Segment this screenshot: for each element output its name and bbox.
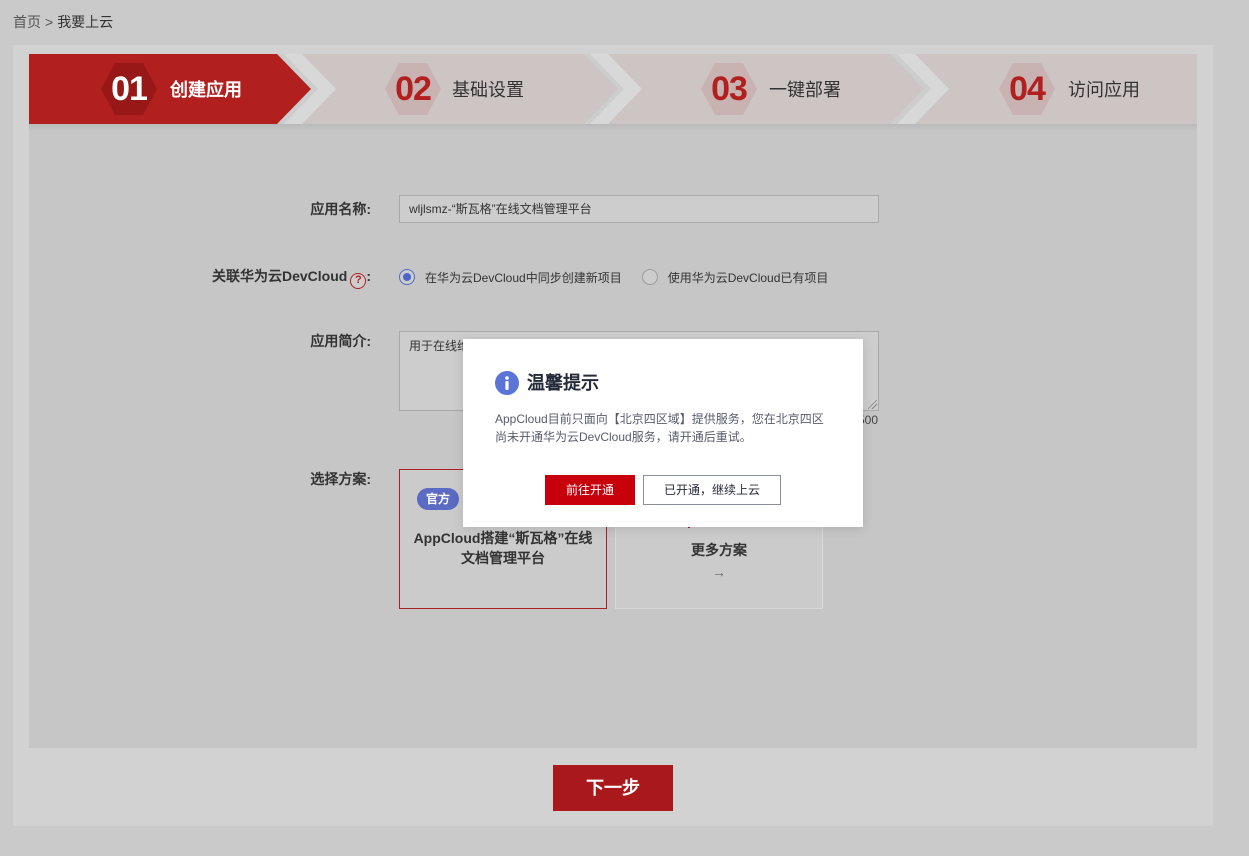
dialog-message-line2: 尚未开通华为云DevCloud服务，请开通后重试。 [495, 430, 752, 444]
breadcrumb-home-link[interactable]: 首页 [13, 14, 41, 30]
tip-dialog: 温馨提示 AppCloud目前只面向【北京四区域】提供服务，您在北京四区 尚未开… [463, 339, 863, 527]
step-3-one-click-deploy: 03 一键部署 [590, 54, 930, 124]
app-intro-label: 应用简介: [310, 333, 371, 349]
breadcrumb: 首页 > 我要上云 [13, 12, 113, 32]
info-icon [495, 371, 519, 395]
go-activate-button[interactable]: 前往开通 [545, 475, 635, 505]
step-bar-shadow [29, 124, 1197, 131]
radio-create-new-label: 在华为云DevCloud中同步创建新项目 [425, 270, 622, 285]
step-1-number: 01 [111, 69, 148, 108]
plan-label: 选择方案: [310, 471, 371, 487]
dialog-message-line1: AppCloud目前只面向【北京四区域】提供服务，您在北京四区 [495, 412, 824, 426]
step-2-label: 基础设置 [452, 80, 524, 100]
step-2-badge: 02 [384, 61, 442, 117]
app-name-input[interactable]: wljlsmz-“斯瓦格”在线文档管理平台 [399, 195, 879, 223]
resize-handle-icon[interactable] [868, 400, 877, 409]
radio-use-existing-project[interactable]: 使用华为云DevCloud已有项目 [641, 269, 829, 286]
step-1-create-app: 01 创建应用 [29, 54, 313, 124]
next-step-button[interactable]: 下一步 [553, 765, 673, 811]
dialog-message: AppCloud目前只面向【北京四区域】提供服务，您在北京四区 尚未开通华为云D… [495, 410, 835, 446]
radio-dot-checked[interactable] [399, 269, 415, 285]
plan-card-title: AppCloud搭建“斯瓦格”在线 文档管理平台 [400, 528, 606, 568]
app-name-label: 应用名称: [310, 201, 371, 217]
radio-use-existing-label: 使用华为云DevCloud已有项目 [667, 270, 829, 285]
more-plans-title: 更多方案 [691, 542, 747, 558]
step-progress-bar: 01 创建应用 02 基础设置 03 一键部署 04 访问应用 [29, 54, 1197, 124]
official-badge: 官方 [417, 488, 459, 510]
step-3-badge: 03 [700, 61, 758, 117]
step-2-basic-settings: 02 基础设置 [284, 54, 624, 124]
step-4-access-app: 04 访问应用 [897, 54, 1197, 124]
step-4-badge: 04 [998, 61, 1056, 117]
step-1-label: 创建应用 [170, 80, 242, 100]
devcloud-radio-group: 在华为云DevCloud中同步创建新项目 使用华为云DevCloud已有项目 [399, 267, 848, 287]
arrow-right-icon: → [712, 564, 726, 580]
radio-dot-unchecked[interactable] [641, 269, 658, 285]
devcloud-label-row: 关联华为云DevCloud?: [212, 266, 371, 289]
step-3-background [590, 54, 924, 124]
breadcrumb-separator: > [45, 14, 54, 30]
devcloud-label: 关联华为云DevCloud [211, 268, 348, 284]
step-4-label: 访问应用 [1068, 80, 1140, 100]
continue-to-cloud-button[interactable]: 已开通，继续上云 [643, 475, 781, 505]
radio-create-new-project[interactable]: 在华为云DevCloud中同步创建新项目 [399, 269, 622, 286]
question-icon[interactable]: ? [350, 273, 367, 289]
devcloud-colon: : [366, 268, 371, 284]
step-2-number: 02 [395, 69, 432, 108]
step-1-badge: 01 [100, 61, 158, 117]
step-4-number: 04 [1009, 69, 1046, 108]
step-3-number: 03 [711, 69, 748, 108]
dialog-title: 温馨提示 [527, 373, 599, 393]
plan-card-title-line2: 文档管理平台 [461, 550, 545, 566]
plan-card-title-line1: AppCloud搭建“斯瓦格”在线 [413, 530, 593, 546]
breadcrumb-current: 我要上云 [57, 14, 114, 30]
step-3-label: 一键部署 [769, 80, 841, 100]
app-intro-text: 用于在线维 [409, 339, 470, 353]
